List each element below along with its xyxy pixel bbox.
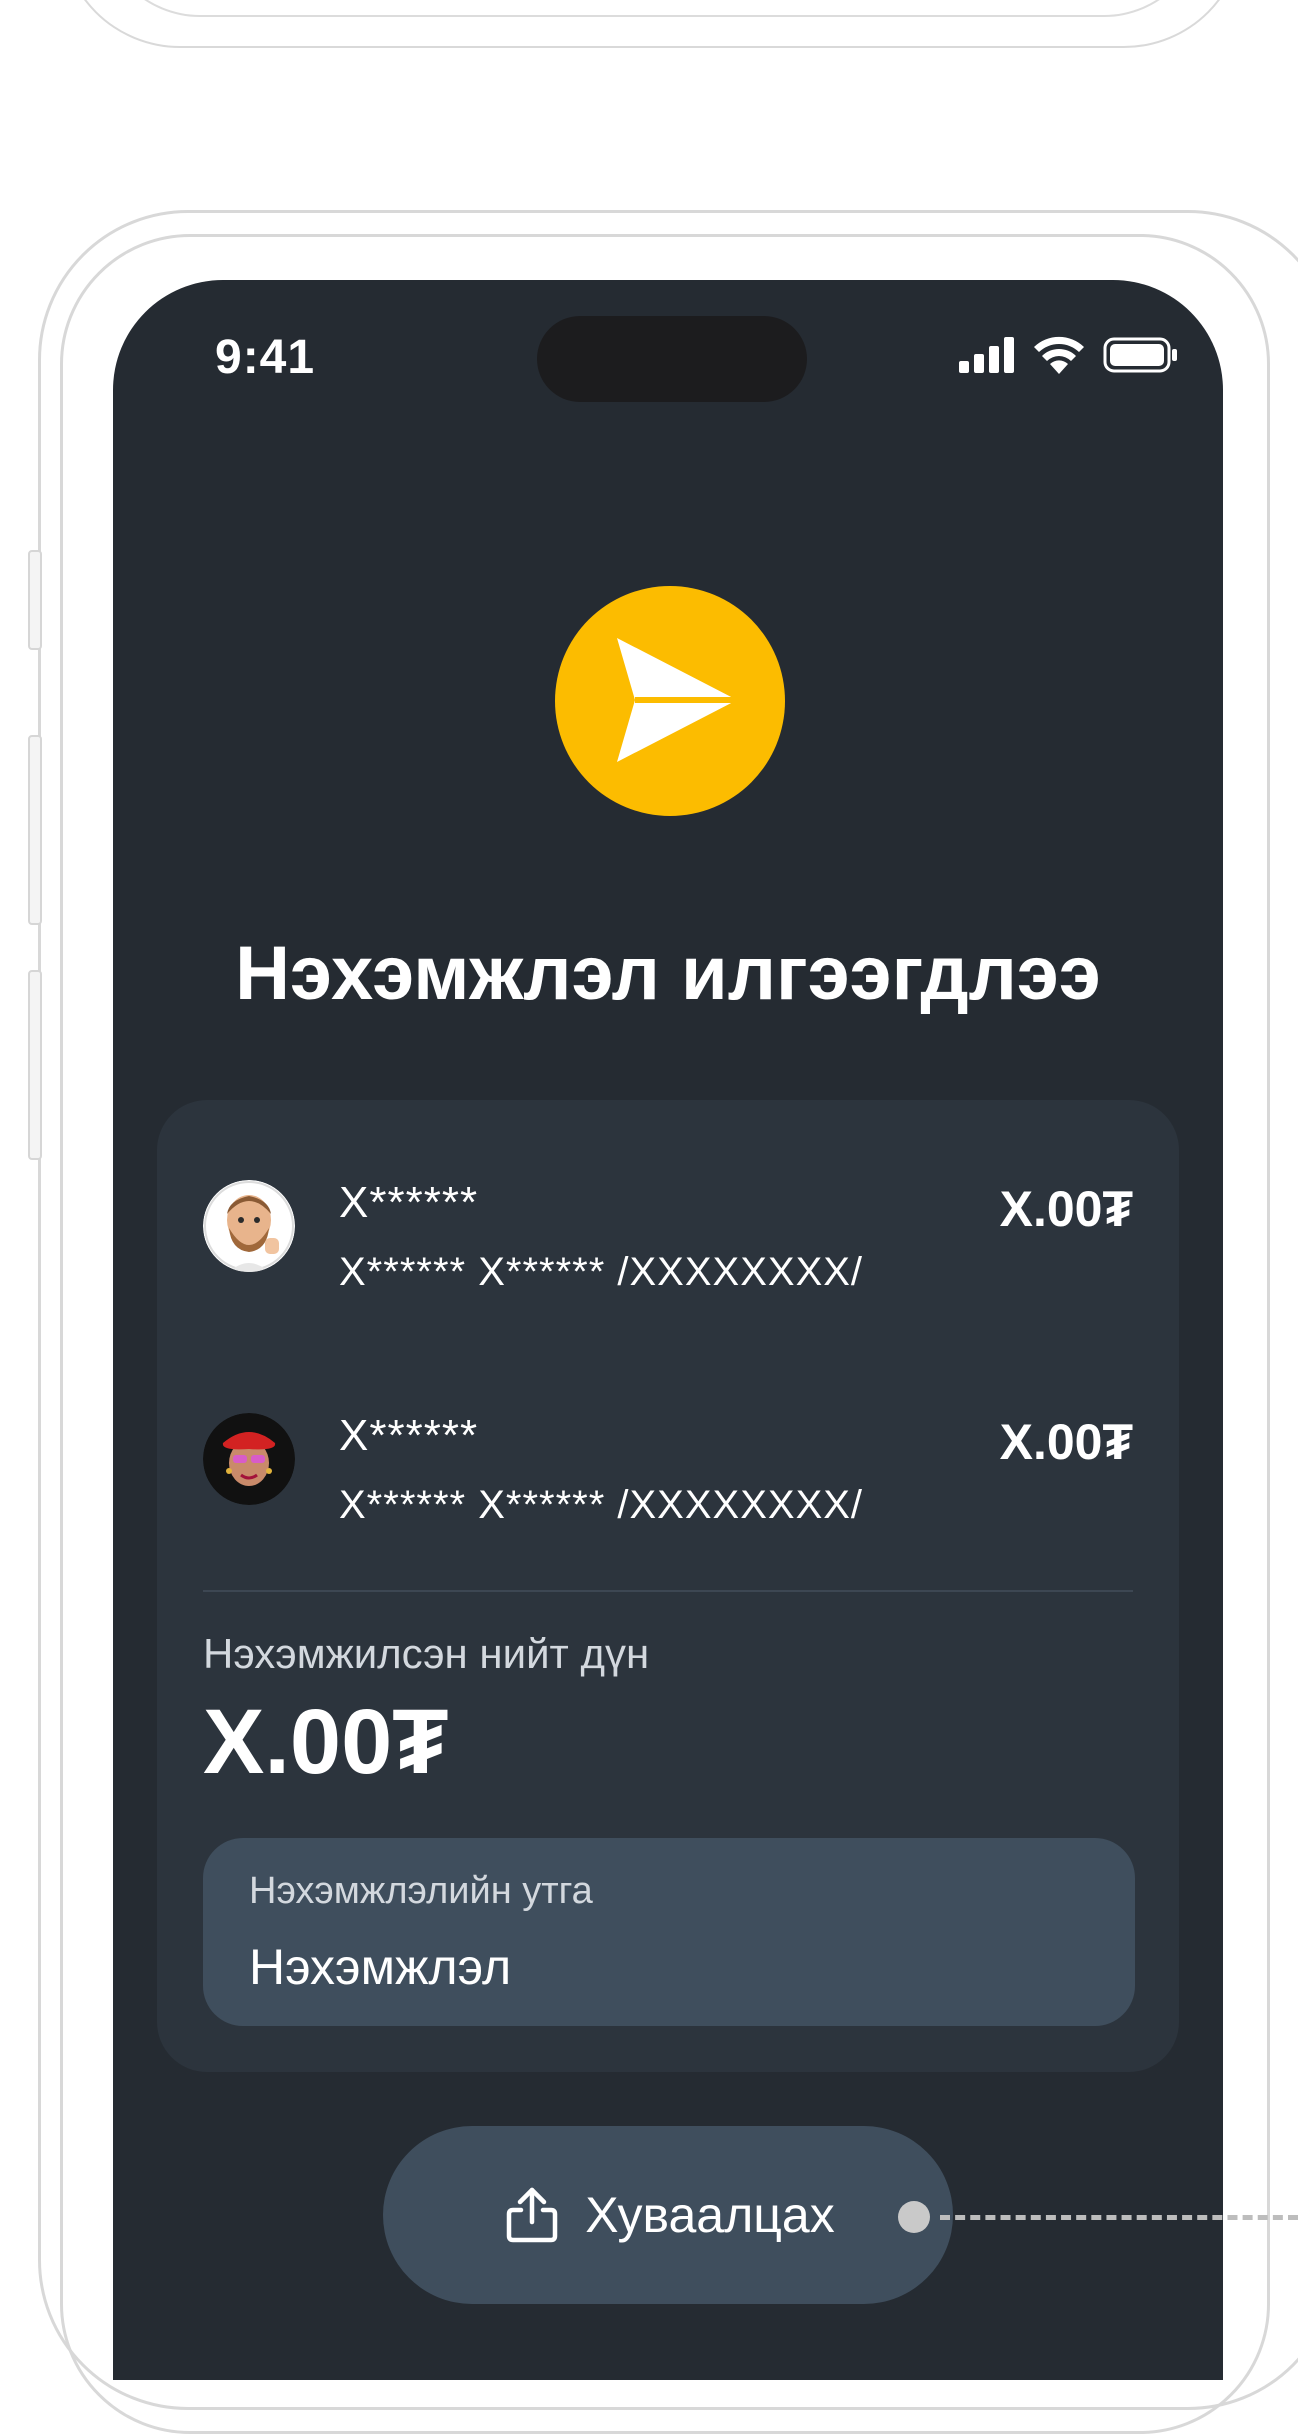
recipient-row: X****** X****** X****** /XXXXXXXX/ X.00₮ <box>157 1411 1179 1563</box>
device-side-button <box>28 550 42 650</box>
total-amount: X.00₮ <box>203 1691 449 1793</box>
status-icons <box>959 336 1179 374</box>
divider <box>203 1590 1133 1592</box>
description-label: Нэхэмжлэлийн утга <box>249 1870 593 1912</box>
signal-icon <box>959 337 1014 373</box>
description-value: Нэхэмжлэл <box>249 1939 512 1995</box>
share-label: Хуваалцах <box>585 2187 835 2243</box>
device-side-button <box>28 735 42 925</box>
invoice-description-field[interactable]: Нэхэмжлэлийн утга Нэхэмжлэл <box>203 1838 1135 2026</box>
recipient-amount: X.00₮ <box>999 1181 1133 1237</box>
recipient-row: X****** X****** X****** /XXXXXXXX/ X.00₮ <box>157 1178 1179 1330</box>
page-title: Нэхэмжлэл илгээгдлээ <box>235 931 1101 1016</box>
device-side-button <box>28 970 42 1160</box>
share-button[interactable]: Хуваалцах <box>383 2126 953 2304</box>
annotation-line <box>940 2215 1298 2220</box>
previous-device-frame-inner <box>100 0 1204 17</box>
battery-icon <box>1103 337 1177 373</box>
annotation-dot <box>898 2201 930 2233</box>
status-time: 9:41 <box>215 331 316 384</box>
recipient-name: X****** <box>339 1178 479 1227</box>
total-label: Нэхэмжилсэн нийт дүн <box>203 1630 650 1677</box>
send-icon <box>555 586 785 816</box>
recipient-name: X****** <box>339 1411 479 1460</box>
invoice-summary-card: X****** X****** X****** /XXXXXXXX/ X.00₮… <box>157 1100 1179 2072</box>
recipient-amount: X.00₮ <box>999 1414 1133 1470</box>
dynamic-island <box>537 316 807 402</box>
wifi-icon <box>1034 336 1084 374</box>
phone-screen: 9:41 Нэхэмжлэл илгээгдлээ X****** X*****… <box>113 280 1223 2380</box>
share-icon <box>507 2187 558 2243</box>
recipient-account: X****** X****** /XXXXXXXX/ <box>339 1250 864 1294</box>
avatar <box>203 1180 295 1272</box>
avatar <box>203 1413 295 1505</box>
recipient-account: X****** X****** /XXXXXXXX/ <box>339 1483 864 1527</box>
